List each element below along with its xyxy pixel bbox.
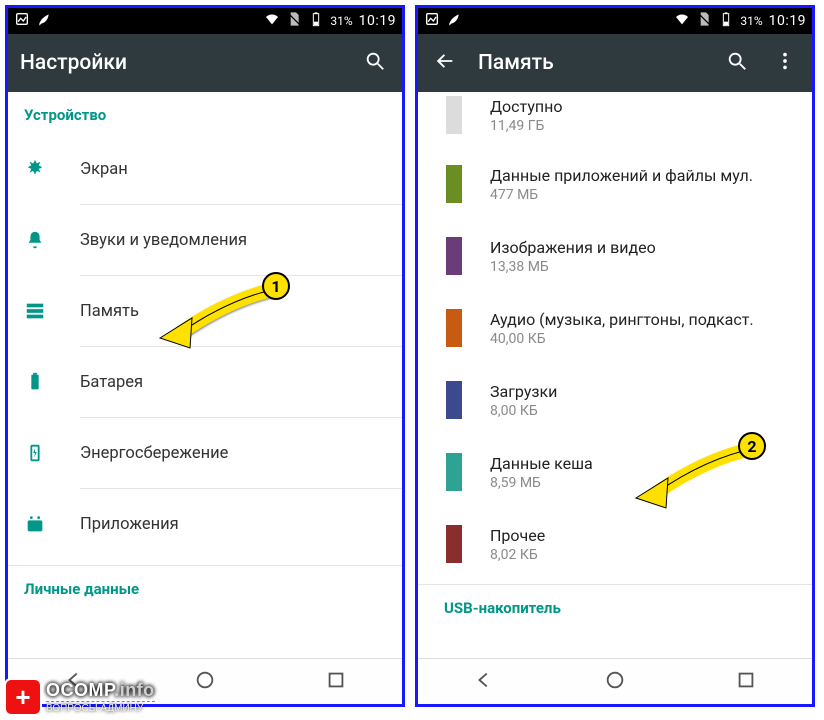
- storage-item-audio[interactable]: Аудио (музыка, рингтоны, подкаст. 40,00 …: [418, 292, 812, 364]
- apps-icon: [24, 513, 80, 535]
- settings-item-apps[interactable]: Приложения: [8, 489, 402, 559]
- wifi-icon: [264, 11, 280, 31]
- watermark: + OCOMP.info ВОПРОСЫ АДМИНУ: [6, 680, 155, 714]
- storage-icon: [24, 300, 80, 322]
- phone-settings: 31% 10:19 Настройки Устройство Экран: [5, 5, 405, 707]
- storage-item-apps[interactable]: Данные приложений и файлы мул. 477 МБ: [418, 148, 812, 220]
- nav-back-icon[interactable]: [473, 669, 495, 695]
- watermark-tagline: ВОПРОСЫ АДМИНУ: [46, 701, 155, 714]
- no-sim-icon: [286, 11, 302, 31]
- overflow-menu-icon[interactable]: [770, 46, 800, 80]
- color-swatch: [446, 309, 462, 347]
- storage-item-title: Загрузки: [490, 382, 796, 401]
- settings-item-label: Экран: [80, 160, 386, 179]
- color-swatch: [446, 165, 462, 203]
- status-bar: 31% 10:19: [418, 8, 812, 34]
- nav-recents-icon[interactable]: [735, 669, 757, 695]
- section-header-usb: USB-накопитель: [418, 585, 812, 617]
- watermark-logo: +: [6, 680, 40, 714]
- storage-item-misc[interactable]: Прочее 8,02 КБ: [418, 508, 812, 580]
- power-saving-icon: [24, 442, 80, 464]
- storage-item-images[interactable]: Изображения и видео 13,38 МБ: [418, 220, 812, 292]
- storage-item-size: 8,02 КБ: [490, 547, 796, 563]
- storage-list[interactable]: Доступно 11,49 ГБ Данные приложений и фа…: [418, 92, 812, 658]
- watermark-domain: .info: [114, 680, 155, 700]
- color-swatch: [446, 453, 462, 491]
- battery-icon: [308, 11, 324, 31]
- settings-item-sounds[interactable]: Звуки и уведомления: [8, 205, 402, 275]
- screenshot-icon: [424, 11, 440, 31]
- settings-item-display[interactable]: Экран: [8, 134, 402, 204]
- toolbar: Память: [418, 34, 812, 92]
- wifi-icon: [674, 11, 690, 31]
- storage-item-downloads[interactable]: Загрузки 8,00 КБ: [418, 364, 812, 436]
- storage-item-title: Данные кеша: [490, 454, 796, 473]
- phone-storage: 31% 10:19 Память Доступно 11,49 ГБ: [415, 5, 815, 707]
- status-bar: 31% 10:19: [8, 8, 402, 34]
- color-swatch: [446, 525, 462, 563]
- back-icon[interactable]: [430, 46, 460, 80]
- settings-item-power-saving[interactable]: Энергосбережение: [8, 418, 402, 488]
- storage-item-title: Доступно: [490, 97, 796, 116]
- navigation-bar: [418, 658, 812, 704]
- storage-item-title: Данные приложений и файлы мул.: [490, 166, 796, 185]
- storage-item-title: Изображения и видео: [490, 238, 796, 257]
- storage-item-available[interactable]: Доступно 11,49 ГБ: [418, 92, 812, 148]
- nav-home-icon[interactable]: [194, 669, 216, 695]
- nav-home-icon[interactable]: [604, 669, 626, 695]
- rocket-icon: [446, 11, 462, 31]
- section-header-personal: Личные данные: [8, 566, 402, 598]
- storage-item-cache[interactable]: Данные кеша 8,59 МБ: [418, 436, 812, 508]
- storage-item-size: 11,49 ГБ: [490, 118, 796, 134]
- settings-item-label: Память: [80, 302, 386, 321]
- storage-item-size: 477 МБ: [490, 187, 796, 203]
- settings-item-battery[interactable]: Батарея: [8, 347, 402, 417]
- storage-item-size: 13,38 МБ: [490, 259, 796, 275]
- settings-item-label: Звуки и уведомления: [80, 231, 386, 250]
- color-swatch: [446, 381, 462, 419]
- toolbar: Настройки: [8, 34, 402, 92]
- storage-item-title: Прочее: [490, 526, 796, 545]
- color-swatch: [446, 237, 462, 275]
- battery-icon: [718, 11, 734, 31]
- clock: 10:19: [769, 13, 806, 29]
- storage-item-size: 8,59 МБ: [490, 475, 796, 491]
- no-sim-icon: [696, 11, 712, 31]
- display-icon: [24, 158, 80, 180]
- storage-item-size: 40,00 КБ: [490, 331, 796, 347]
- battery-percent: 31%: [740, 14, 762, 28]
- settings-item-label: Батарея: [80, 373, 386, 392]
- watermark-brand: OCOMP: [46, 680, 114, 700]
- page-title: Память: [478, 51, 704, 75]
- rocket-icon: [36, 11, 52, 31]
- clock: 10:19: [359, 13, 396, 29]
- settings-list[interactable]: Устройство Экран Звуки и уведомления: [8, 92, 402, 658]
- bell-icon: [24, 229, 80, 251]
- page-title: Настройки: [20, 51, 342, 75]
- search-icon[interactable]: [360, 46, 390, 80]
- settings-item-label: Приложения: [80, 515, 386, 534]
- storage-item-title: Аудио (музыка, рингтоны, подкаст.: [490, 310, 796, 329]
- screenshot-icon: [14, 11, 30, 31]
- color-swatch: [446, 96, 462, 134]
- section-header-device: Устройство: [8, 92, 402, 134]
- settings-item-storage[interactable]: Память: [8, 276, 402, 346]
- search-icon[interactable]: [722, 46, 752, 80]
- storage-item-size: 8,00 КБ: [490, 403, 796, 419]
- settings-item-label: Энергосбережение: [80, 444, 386, 463]
- nav-recents-icon[interactable]: [325, 669, 347, 695]
- battery-menu-icon: [24, 371, 80, 393]
- battery-percent: 31%: [330, 14, 352, 28]
